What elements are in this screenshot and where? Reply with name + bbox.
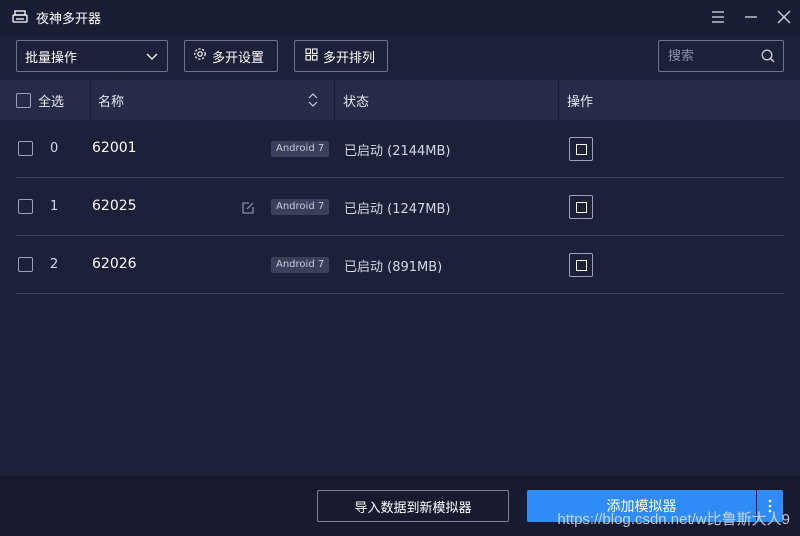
emulator-status: 已启动 (1247MB)	[344, 202, 451, 217]
row-index: 0	[50, 141, 59, 156]
close-icon[interactable]	[774, 7, 794, 27]
select-all-checkbox[interactable]	[16, 92, 31, 108]
select-all-header: 全选	[16, 80, 64, 120]
square-icon	[575, 201, 587, 213]
table-row[interactable]: 2 62026 Android 7 已启动 (891MB)	[16, 236, 784, 294]
printer-icon	[12, 9, 28, 23]
grid-icon	[305, 47, 318, 65]
search-input[interactable]	[659, 41, 759, 71]
batch-operation-select[interactable]: 批量操作	[16, 40, 168, 72]
search-icon[interactable]	[760, 48, 776, 68]
multi-settings-button[interactable]: 多开设置	[184, 40, 278, 72]
square-icon	[575, 143, 587, 155]
column-divider	[558, 80, 559, 120]
android-version-badge: Android 7	[271, 257, 330, 273]
column-divider	[334, 80, 335, 120]
multi-arrange-label: 多开排列	[323, 50, 376, 66]
gear-icon	[193, 47, 207, 65]
android-version-badge: Android 7	[271, 141, 330, 157]
title-bar: 夜神多开器	[0, 0, 800, 34]
row-index: 2	[50, 257, 59, 272]
column-divider	[90, 80, 91, 120]
emulator-name: 62025	[92, 198, 137, 214]
batch-select-value: 批量操作	[25, 50, 78, 66]
table-row[interactable]: 0 62001 Android 7 已启动 (2144MB)	[16, 120, 784, 178]
row-index: 1	[50, 199, 59, 214]
android-version-badge: Android 7	[271, 199, 330, 215]
minimize-icon[interactable]	[741, 7, 761, 27]
row-checkbox[interactable]	[18, 199, 33, 214]
import-data-button[interactable]: 导入数据到新模拟器	[317, 490, 509, 522]
emulator-window-button[interactable]	[569, 195, 593, 219]
window-title: 夜神多开器	[36, 12, 102, 27]
emulator-name: 62001	[92, 140, 137, 156]
name-header[interactable]: 名称	[98, 80, 124, 120]
row-checkbox[interactable]	[18, 141, 33, 156]
status-header: 状态	[343, 94, 370, 110]
multi-settings-label: 多开设置	[212, 50, 265, 66]
table-row[interactable]: 1 62025 Android 7 已启动 (1247MB)	[16, 178, 784, 236]
square-icon	[575, 259, 587, 271]
edit-icon[interactable]	[241, 200, 255, 219]
emulator-status: 已启动 (2144MB)	[344, 144, 451, 159]
actions-header: 操作	[567, 94, 594, 110]
emulator-window-button[interactable]	[569, 137, 593, 161]
emulator-status: 已启动 (891MB)	[344, 260, 443, 275]
menu-icon[interactable]	[708, 7, 728, 27]
sort-icon[interactable]	[306, 91, 320, 113]
watermark-text: https://blog.csdn.net/w比鲁斯大人9	[557, 511, 790, 528]
table-header: 全选 名称 状态 操作	[0, 80, 800, 120]
emulator-window-button[interactable]	[569, 253, 593, 277]
emulator-name: 62026	[92, 256, 137, 272]
multi-arrange-button[interactable]: 多开排列	[294, 40, 388, 72]
chevron-down-icon	[145, 50, 159, 68]
row-checkbox[interactable]	[18, 257, 33, 272]
select-all-label: 全选	[38, 94, 65, 110]
search-box	[658, 40, 784, 72]
